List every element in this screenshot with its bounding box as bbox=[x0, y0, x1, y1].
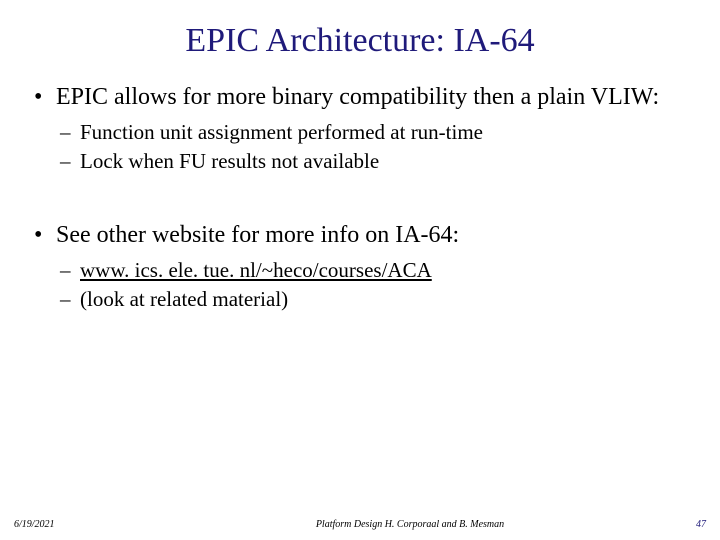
sub-bullet-list: www. ics. ele. tue. nl/~heco/courses/ACA… bbox=[56, 257, 690, 313]
bullet-text: See other website for more info on IA-64… bbox=[56, 222, 459, 248]
bullet-text: EPIC allows for more binary compatibilit… bbox=[56, 84, 659, 110]
slide-footer: 6/19/2021 Platform Design H. Corporaal a… bbox=[0, 519, 720, 530]
slide-title: EPIC Architecture: IA-64 bbox=[30, 22, 690, 60]
bullet-item: See other website for more info on IA-64… bbox=[56, 220, 690, 312]
bullet-item: EPIC allows for more binary compatibilit… bbox=[56, 82, 690, 174]
bullet-list: EPIC allows for more binary compatibilit… bbox=[30, 82, 690, 313]
sub-bullet-item: www. ics. ele. tue. nl/~heco/courses/ACA bbox=[80, 257, 690, 284]
sub-bullet-list: Function unit assignment performed at ru… bbox=[56, 119, 690, 175]
slide-body: EPIC allows for more binary compatibilit… bbox=[30, 82, 690, 313]
spacer bbox=[56, 186, 690, 220]
sub-bullet-item: (look at related material) bbox=[80, 286, 690, 313]
website-link[interactable]: www. ics. ele. tue. nl/~heco/courses/ACA bbox=[80, 258, 432, 282]
footer-center: Platform Design H. Corporaal and B. Mesm… bbox=[160, 519, 660, 530]
footer-date: 6/19/2021 bbox=[0, 519, 160, 530]
sub-bullet-item: Function unit assignment performed at ru… bbox=[80, 119, 690, 146]
slide: EPIC Architecture: IA-64 EPIC allows for… bbox=[0, 0, 720, 540]
footer-page-number: 47 bbox=[660, 519, 720, 530]
sub-bullet-item: Lock when FU results not available bbox=[80, 148, 690, 175]
